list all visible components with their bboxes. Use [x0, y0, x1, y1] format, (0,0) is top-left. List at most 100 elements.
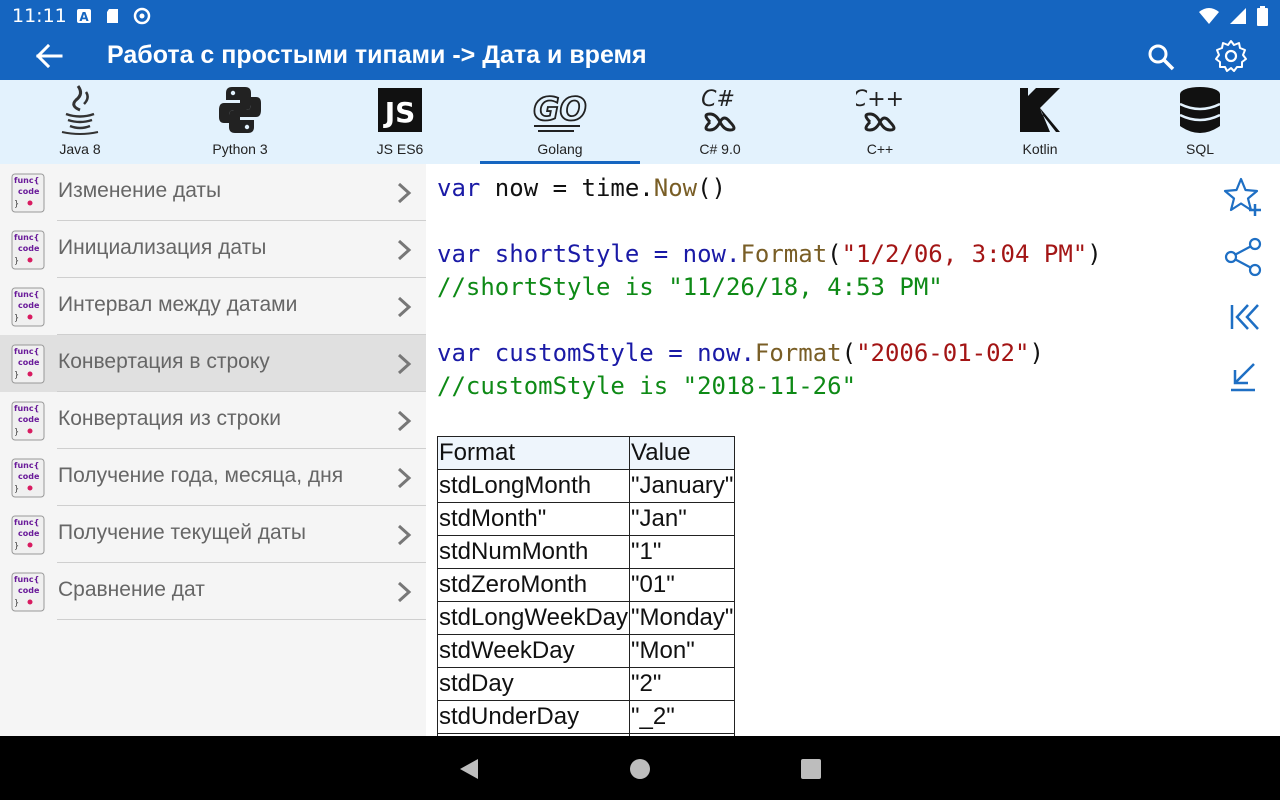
svg-text:func{: func{: [14, 347, 39, 356]
code-text: ): [1029, 339, 1044, 367]
list-item-label: Инициализация даты: [58, 236, 267, 259]
topic-list: func{code} Изменение даты func{code} Ини…: [0, 164, 426, 736]
tab-sql[interactable]: SQL: [1120, 80, 1280, 164]
list-item[interactable]: func{code} Интервал между датами: [0, 278, 426, 335]
csharp-icon: C#: [701, 87, 736, 132]
tab-kotlin[interactable]: Kotlin: [960, 80, 1120, 164]
tab-label: Java 8: [59, 141, 101, 157]
table-cell: stdUnderDay: [437, 700, 630, 734]
func-code-icon: func{ code}: [11, 344, 45, 384]
table-cell: "_2": [628, 700, 736, 734]
code-block: var now = time.Now() var shortStyle = no…: [437, 172, 1102, 403]
tab-cpp[interactable]: C++ C++: [800, 80, 960, 164]
table-row: stdWeekDay "Mon": [437, 634, 736, 668]
code-comment: //shortStyle is "11/26/18, 4:53 PM": [437, 273, 943, 301]
svg-text:code: code: [18, 244, 40, 253]
tab-java[interactable]: Java 8: [0, 80, 160, 164]
func-code-icon: func{code}: [11, 515, 45, 555]
tab-label: C# 9.0: [699, 141, 741, 157]
list-item-label: Интервал между датами: [58, 293, 298, 316]
code-comment: //customStyle is "2018-11-26": [437, 372, 857, 400]
app-toolbar: Работа с простыми типами -> Дата и время: [0, 32, 1280, 80]
list-item[interactable]: func{code} Конвертация из строки: [0, 392, 426, 449]
status-bar: 11:11 A: [0, 0, 1280, 32]
back-triangle-icon[interactable]: [456, 756, 482, 782]
code-text: ): [1087, 240, 1102, 268]
svg-text:code: code: [18, 358, 40, 367]
chevron-right-icon: [397, 353, 412, 375]
star-add-icon[interactable]: [1222, 176, 1264, 218]
svg-text:func{: func{: [14, 575, 39, 584]
tab-label: Golang: [537, 141, 583, 157]
divider: [57, 619, 426, 620]
list-item[interactable]: func{code} Сравнение дат: [0, 563, 426, 620]
list-item[interactable]: func{code} Получение года, месяца, дня: [0, 449, 426, 506]
svg-text:C#: C#: [701, 87, 735, 112]
golang-icon: GO: [532, 89, 588, 132]
cpp-icon: C++: [856, 87, 904, 132]
tab-python[interactable]: Python 3: [160, 80, 320, 164]
tab-label: Kotlin: [1022, 141, 1058, 157]
tab-label: JS ES6: [376, 141, 424, 157]
code-text: shortStyle = now.: [480, 240, 741, 268]
svg-text:}: }: [14, 370, 19, 379]
svg-text:C++: C++: [856, 87, 904, 112]
list-item[interactable]: func{code} Конвертация в строку: [0, 335, 426, 392]
system-nav-bar: [0, 736, 1280, 800]
table-cell: stdMonth": [437, 502, 630, 536]
table-cell: stdDay: [437, 667, 630, 701]
svg-text:}: }: [14, 199, 19, 208]
js-icon: JS: [378, 88, 422, 132]
svg-text:code: code: [18, 187, 40, 196]
svg-text:A: A: [79, 10, 89, 24]
sd-card-icon: [107, 9, 118, 23]
table-cell: stdLongWeekDay: [437, 601, 630, 635]
code-function: Now: [653, 174, 698, 202]
tab-label: SQL: [1185, 141, 1214, 157]
recents-square-icon[interactable]: [798, 756, 824, 782]
table-row: stdUnderDay "_2": [437, 700, 736, 734]
svg-text:GO: GO: [533, 90, 586, 128]
code-text: (: [841, 339, 857, 367]
list-item-label: Получение года, месяца, дня: [58, 464, 344, 487]
chevron-right-icon: [397, 467, 412, 489]
svg-text:code: code: [18, 472, 40, 481]
share-icon[interactable]: [1222, 236, 1264, 278]
status-right-icons: [1199, 6, 1268, 26]
svg-text:code: code: [18, 301, 40, 310]
tab-csharp[interactable]: C# C# 9.0: [640, 80, 800, 164]
list-item[interactable]: func{ code} Инициализация даты: [0, 221, 426, 278]
tab-label: C++: [866, 141, 894, 157]
table-cell: stdNumMonth: [437, 535, 630, 569]
table-row: stdMonth" "Jan": [437, 502, 736, 536]
keyboard-a-icon: A: [77, 9, 91, 24]
chevron-right-icon: [397, 524, 412, 546]
svg-text:}: }: [14, 541, 19, 550]
arrow-back-icon[interactable]: [34, 42, 64, 70]
svg-text:func{: func{: [14, 176, 39, 185]
tab-golang[interactable]: GO Golang: [480, 80, 640, 164]
svg-text:func{: func{: [14, 404, 39, 413]
home-circle-icon[interactable]: [627, 756, 653, 782]
list-item-label: Получение текущей даты: [58, 521, 306, 544]
func-code-icon: func{code}: [11, 458, 45, 498]
table-row: stdNumMonth "1": [437, 535, 736, 569]
table-cell: stdWeekDay: [437, 634, 630, 668]
table-cell: stdZeroMonth: [437, 568, 630, 602]
svg-text:}: }: [14, 256, 19, 265]
list-item[interactable]: func{code} Получение текущей даты: [0, 506, 426, 563]
search-icon[interactable]: [1146, 42, 1176, 72]
table-cell: "1": [628, 535, 736, 569]
java-icon: [61, 85, 99, 135]
svg-text:func{: func{: [14, 233, 39, 242]
database-icon: [1179, 87, 1221, 133]
collapse-icon[interactable]: [1222, 356, 1264, 398]
svg-text:}: }: [14, 484, 19, 493]
table-header: Value: [628, 436, 736, 470]
table-cell: stdLongMonth: [437, 469, 630, 503]
gear-icon[interactable]: [1213, 38, 1249, 74]
skip-first-icon[interactable]: [1222, 296, 1264, 338]
tab-js[interactable]: JS JS ES6: [320, 80, 480, 164]
status-time: 11:11: [12, 5, 67, 27]
list-item[interactable]: func{code} Изменение даты: [0, 164, 426, 221]
